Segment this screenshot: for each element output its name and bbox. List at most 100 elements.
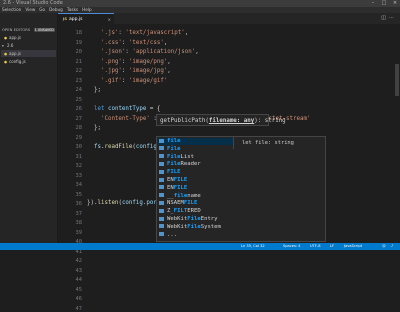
folder-label: 2.6 — [7, 43, 14, 48]
line-number: 38 — [75, 220, 83, 226]
variable-icon — [159, 200, 164, 205]
suggestion-match: FILT — [173, 208, 188, 215]
variable-icon — [159, 154, 164, 159]
suggestion-match: FILE — [167, 169, 181, 176]
line-number: 22 — [75, 68, 83, 74]
language-mode[interactable]: JavaScript — [344, 243, 362, 250]
line-number: 47 — [75, 305, 83, 312]
file-label: config.js — [9, 59, 26, 64]
suggestion-item[interactable]: FileList — [157, 154, 233, 161]
bell-icon[interactable]: ♪ — [391, 243, 393, 250]
suggestion-item[interactable]: WebKitFileEntry — [157, 216, 233, 223]
scrollbar-thumb[interactable] — [395, 64, 399, 96]
suggestion-rest: System — [200, 223, 221, 230]
line-number: 46 — [75, 296, 83, 302]
suggestion-match: File — [167, 145, 181, 152]
line-number: 23 — [75, 77, 83, 84]
line-number-gutter: 18 19 20 21 22 23 24 25 26 27 28 29 30 31 32 33 34 35 36 37… — [58, 24, 83, 312]
suggestion-item[interactable]: ENFILE — [157, 177, 233, 184]
suggest-widget: file File FileList FileReader FILE ENFILE ENFI… — [156, 136, 326, 242]
variable-icon — [159, 232, 164, 237]
suggestion-item[interactable]: FILE — [157, 169, 233, 176]
suggestion-rest: Entry — [200, 216, 218, 222]
hint-prefix: getPublicPath( — [160, 118, 209, 124]
open-editors-label: OPEN EDITORS — [2, 28, 31, 32]
suggestion-item[interactable]: File — [157, 146, 233, 153]
suggestion-item[interactable]: ENFILE — [157, 185, 233, 192]
line-number: 19 — [75, 39, 83, 46]
suggestion-item[interactable]: FileReader — [157, 161, 233, 168]
suggestion-item[interactable]: Z_FILTERED — [157, 208, 233, 215]
code-line: }; — [87, 87, 101, 93]
code-line: }; — [87, 125, 101, 131]
variable-icon — [159, 185, 164, 190]
line-number: 30 — [75, 144, 83, 150]
folder-item[interactable]: ▾ 2.6 — [1, 42, 56, 49]
suggestion-match: File — [167, 161, 181, 168]
suggestion-pre: __ — [167, 192, 174, 199]
line-number: 42 — [75, 258, 83, 264]
editor-scrollbar[interactable] — [394, 24, 400, 243]
suggestion-pre: EN — [167, 177, 174, 183]
suggestion-match: FILE — [173, 177, 188, 183]
minimize-icon[interactable]: – — [368, 0, 378, 7]
code-line: let contentType = { — [93, 106, 161, 112]
maximize-icon[interactable]: □ — [379, 0, 389, 7]
suggestion-pre: EN — [167, 184, 174, 191]
variable-icon — [159, 177, 164, 182]
suggestion-item[interactable]: WebKitFileSystem — [157, 224, 233, 231]
suggestion-detail: let file: string — [233, 137, 323, 149]
line-number: 20 — [75, 49, 83, 55]
line-number: 21 — [75, 58, 83, 65]
suggestion-item[interactable]: file — [157, 138, 233, 146]
parameter-hint: getPublicPath(filename: any): string — [156, 114, 286, 126]
end-of-line[interactable]: LF — [330, 243, 334, 250]
file-item-app[interactable]: ● app.js — [1, 50, 56, 57]
variable-icon — [159, 216, 164, 221]
variable-icon — [159, 208, 164, 213]
suggestion-item[interactable]: NSAEMFILE — [157, 200, 233, 207]
suggestion-match: FILE — [173, 184, 188, 191]
code-line: '.gif': 'image/gif' — [100, 77, 168, 84]
open-editors-header[interactable]: OPEN EDITORS 1 UNSAVED — [2, 27, 55, 33]
line-number: 37 — [75, 210, 83, 217]
editor-actions[interactable]: ◫⋯ — [381, 13, 397, 24]
js-file-icon: JS — [63, 17, 67, 21]
suggestion-item[interactable]: __filename — [157, 193, 233, 200]
line-number: 45 — [75, 286, 83, 293]
suggestion-pre: WebKit — [167, 216, 188, 222]
code-line: '.png': 'image/png', — [100, 58, 171, 65]
code-line: '.css': 'text/css', — [100, 39, 168, 46]
line-number: 18 — [75, 30, 83, 36]
suggestion-rest: Reader — [180, 161, 201, 168]
line-number: 44 — [75, 277, 83, 283]
status-bar: Ln 35, Col 32 Spaces: 4 UTF-8 LF JavaScr… — [0, 243, 400, 250]
close-window-icon[interactable]: × — [390, 0, 400, 7]
line-number: 29 — [75, 134, 83, 141]
suggestion-match: File — [187, 223, 201, 230]
indentation[interactable]: Spaces: 4 — [283, 243, 300, 250]
line-number: 26 — [75, 106, 83, 112]
variable-icon — [159, 138, 164, 143]
line-number: 34 — [75, 182, 83, 188]
suggestion-match: File — [167, 153, 181, 160]
suggestion-rest: List — [180, 153, 194, 160]
cursor-position[interactable]: Ln 35, Col 32 — [241, 243, 265, 250]
smiley-icon[interactable]: ☺ — [382, 243, 386, 250]
suggestion-match: file — [167, 138, 181, 144]
line-number: 28 — [75, 125, 83, 131]
suggestion-rest: ERED — [187, 208, 201, 215]
code-line: '.jpg': 'image/jpg', — [100, 68, 171, 74]
variable-icon — [159, 169, 164, 174]
line-number: 32 — [75, 163, 83, 169]
encoding[interactable]: UTF-8 — [310, 243, 320, 250]
line-number: 35 — [75, 191, 83, 198]
suggestion-list: file File FileList FileReader FILE ENFILE ENFI… — [157, 137, 233, 241]
suggestion-pre: NSAEM — [167, 200, 184, 207]
open-editor-item[interactable]: ● app.js — [1, 34, 56, 41]
line-number: 39 — [75, 229, 83, 236]
window-title: 2.6 - Visual Studio Code — [3, 0, 63, 6]
file-item-config[interactable]: ● config.js — [1, 58, 56, 65]
suggestion-item[interactable]: ... — [157, 232, 233, 239]
editor-tabs: JS app.js × ◫⋯ — [58, 13, 400, 25]
